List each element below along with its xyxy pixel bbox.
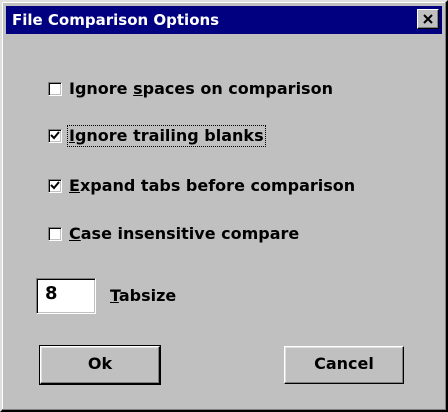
- file-comparison-options-dialog: File Comparison Options Ignore spaces on…: [0, 0, 448, 412]
- close-icon: [423, 14, 433, 24]
- checkmark-icon: [50, 181, 60, 190]
- window-title: File Comparison Options: [12, 11, 220, 29]
- ignore-spaces-checkbox[interactable]: [48, 82, 62, 96]
- cancel-button[interactable]: Cancel: [284, 346, 404, 384]
- ignore-trailing-blanks-checkbox-row[interactable]: Ignore trailing blanks: [48, 124, 266, 148]
- tabsize-label: Tabsize: [110, 286, 177, 305]
- expand-tabs-checkbox[interactable]: [48, 179, 62, 193]
- ignore-spaces-checkbox-row[interactable]: Ignore spaces on comparison: [48, 77, 334, 101]
- case-insensitive-checkbox[interactable]: [48, 227, 62, 241]
- expand-tabs-label: Expand tabs before comparison: [69, 176, 356, 195]
- tabsize-input[interactable]: 8: [36, 278, 96, 314]
- case-insensitive-checkbox-row[interactable]: Case insensitive compare: [48, 222, 300, 246]
- title-bar[interactable]: File Comparison Options: [6, 6, 442, 34]
- checkmark-icon: [50, 131, 60, 140]
- ignore-trailing-blanks-checkbox[interactable]: [48, 129, 62, 143]
- ok-button[interactable]: Ok: [39, 345, 161, 385]
- case-insensitive-label: Case insensitive compare: [69, 224, 300, 243]
- expand-tabs-checkbox-row[interactable]: Expand tabs before comparison: [48, 174, 356, 198]
- ignore-spaces-label: Ignore spaces on comparison: [69, 79, 333, 98]
- ignore-trailing-blanks-label: Ignore trailing blanks: [67, 125, 266, 147]
- close-button[interactable]: [417, 9, 439, 29]
